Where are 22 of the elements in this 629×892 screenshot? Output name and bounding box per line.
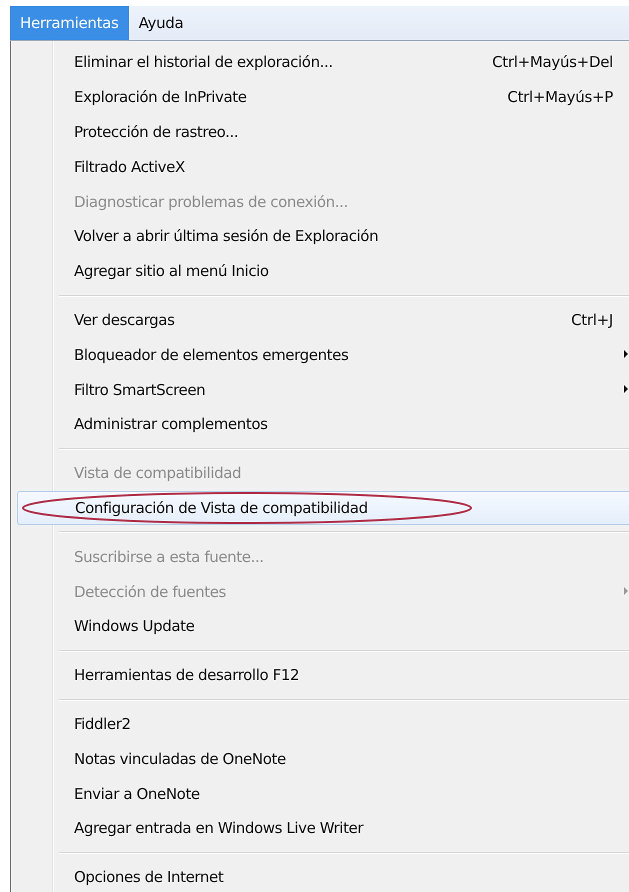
- menu-item[interactable]: Windows Update: [17, 608, 629, 644]
- shortcut-text: Ctrl+Mayús+P: [507, 88, 613, 106]
- menu-item[interactable]: Exploración de InPrivate Ctrl+Mayús+P: [17, 80, 629, 115]
- menu-item[interactable]: Configuración de Vista de compatibilidad: [17, 490, 629, 526]
- menu-item[interactable]: Volver a abrir última sesión de Exploración: [17, 218, 629, 254]
- shortcut-text: Ctrl+J: [571, 310, 613, 329]
- menu-item[interactable]: Notas vinculadas de OneNote: [17, 741, 629, 776]
- menu-item[interactable]: Bloqueador de elementos emergentes: [17, 337, 629, 372]
- menu-item[interactable]: Herramientas de desarrollo F12: [17, 658, 629, 693]
- menu-item[interactable]: Filtrado ActiveX: [17, 149, 629, 184]
- menu-item[interactable]: Filtro SmartScreen: [17, 372, 629, 407]
- menu-item[interactable]: Ver descargas Ctrl+J: [17, 302, 629, 338]
- menu-item[interactable]: Fiddler2: [17, 706, 629, 742]
- menu-bar-item[interactable]: Ayuda: [128, 6, 194, 40]
- menu-item[interactable]: Agregar entrada en Windows Live Writer: [17, 810, 629, 846]
- menu-item[interactable]: Administrar complementos: [17, 406, 629, 442]
- menu-item[interactable]: Agregar sitio al menú Inicio: [17, 254, 629, 289]
- menu-item[interactable]: Opciones de Internet: [17, 860, 629, 892]
- menu-item[interactable]: Protección de rastreo...: [17, 114, 629, 150]
- menu-item[interactable]: Enviar a OneNote: [17, 776, 629, 811]
- shortcut-text: Ctrl+Mayús+Del: [492, 53, 613, 72]
- menu-item[interactable]: Eliminar el historial de exploración... Ctrl+Mayús+Del: [17, 45, 629, 80]
